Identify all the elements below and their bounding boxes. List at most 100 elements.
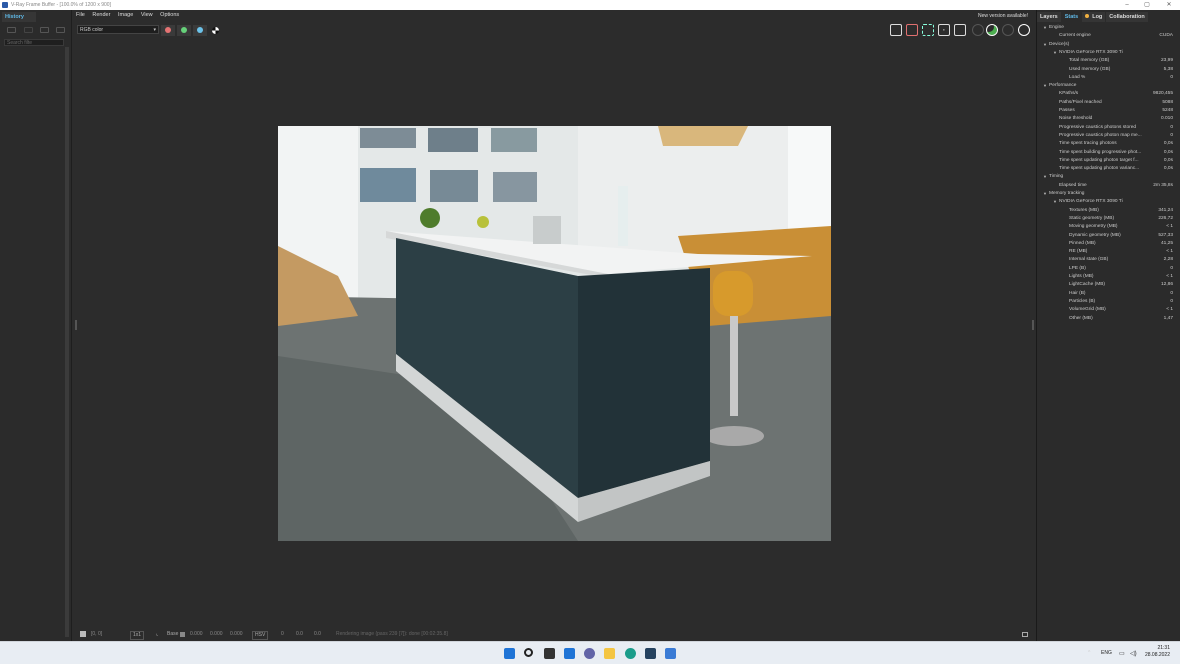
render-settings-icon[interactable] bbox=[1018, 24, 1030, 36]
history-save-icon[interactable] bbox=[7, 27, 16, 33]
expand-arrow-icon[interactable]: ▼ bbox=[1043, 24, 1047, 32]
menu-options[interactable]: Options bbox=[160, 12, 179, 18]
task-view-icon[interactable] bbox=[544, 648, 555, 659]
stop-icon[interactable] bbox=[972, 24, 984, 36]
tab-log[interactable]: Log bbox=[1082, 12, 1106, 22]
stats-row[interactable]: ▼ NVIDIA GeForce RTX 3090 Ti bbox=[1037, 49, 1177, 57]
history-load-icon[interactable] bbox=[40, 27, 49, 33]
channel-select[interactable]: RGB color ▾ bbox=[77, 25, 159, 34]
s-value: 0.0 bbox=[296, 631, 303, 637]
tab-layers[interactable]: Layers bbox=[1037, 12, 1061, 22]
stats-row[interactable]: ▼ NVIDIA GeForce RTX 3090 Ti bbox=[1037, 198, 1177, 206]
stats-label: Time spent updating photon target f... bbox=[1059, 157, 1139, 163]
history-scrollbar[interactable] bbox=[65, 47, 69, 637]
left-splitter-handle[interactable] bbox=[75, 320, 77, 330]
stats-label: Other (MB) bbox=[1069, 315, 1093, 321]
console-icon[interactable] bbox=[1022, 632, 1028, 637]
curve-icon[interactable]: ⌞ bbox=[156, 629, 158, 640]
stats-row: Load % 0 bbox=[1037, 74, 1177, 82]
render-teapot-icon[interactable] bbox=[986, 24, 998, 36]
save-icon[interactable] bbox=[890, 24, 902, 36]
network-icon[interactable]: ▭ bbox=[1119, 650, 1125, 657]
volume-icon[interactable]: ◁) bbox=[1130, 650, 1137, 657]
render-status: Rendering image (pass 239 [7]): done [00… bbox=[336, 631, 448, 637]
new-version-link[interactable]: New version available! bbox=[960, 13, 1028, 19]
expand-arrow-icon[interactable]: ▼ bbox=[1053, 49, 1057, 57]
stats-row: Time spent updating photon varianc... 0,0… bbox=[1037, 165, 1177, 173]
stats-value: 0 bbox=[1170, 74, 1173, 80]
stats-label: Noise threshold bbox=[1059, 116, 1093, 122]
stats-label: KPaths/s bbox=[1059, 91, 1079, 97]
search-icon[interactable] bbox=[524, 648, 533, 657]
menu-render[interactable]: Render bbox=[92, 12, 110, 18]
history-delete-icon[interactable] bbox=[56, 27, 65, 33]
stats-row: Elapsed time 2m 35,8s bbox=[1037, 182, 1177, 190]
r-value: 0.000 bbox=[190, 631, 203, 637]
stats-row: Time spent building progressive phot... 0… bbox=[1037, 149, 1177, 157]
stats-row[interactable]: ▼ Timing bbox=[1037, 173, 1177, 181]
language-indicator[interactable]: ENG bbox=[1101, 650, 1112, 656]
stats-label: Time spent updating photon varianc... bbox=[1059, 166, 1140, 172]
pick-icon[interactable] bbox=[80, 631, 86, 637]
stats-row: Time spent updating photon target f... 0,… bbox=[1037, 157, 1177, 165]
expand-arrow-icon[interactable]: ▼ bbox=[1043, 41, 1047, 49]
tray-chevron-icon[interactable]: ^ bbox=[1088, 650, 1090, 656]
right-splitter-handle[interactable] bbox=[1032, 320, 1034, 330]
history-search-input[interactable]: Search filte bbox=[4, 39, 64, 46]
menu-file[interactable]: File bbox=[76, 12, 85, 18]
stats-value: 0 bbox=[1170, 298, 1173, 304]
widgets-icon[interactable] bbox=[564, 648, 575, 659]
close-button[interactable]: ✕ bbox=[1162, 0, 1176, 10]
stats-label: Time spent tracing photons bbox=[1059, 141, 1117, 147]
start-icon[interactable] bbox=[504, 648, 515, 659]
menu-view[interactable]: View bbox=[141, 12, 153, 18]
stats-row[interactable]: ▼ Performance bbox=[1037, 82, 1177, 90]
tab-stats[interactable]: Stats bbox=[1061, 12, 1082, 22]
maximize-button[interactable]: ▢ bbox=[1140, 0, 1154, 10]
file-explorer-icon[interactable] bbox=[604, 648, 615, 659]
edge-icon[interactable] bbox=[625, 648, 636, 659]
stats-value: 0,0s bbox=[1163, 157, 1173, 163]
vray-taskbar-icon[interactable] bbox=[665, 648, 676, 659]
blue-channel-button[interactable] bbox=[193, 25, 207, 36]
stats-label: Total memory (GB) bbox=[1069, 58, 1110, 64]
expand-arrow-icon[interactable]: ▼ bbox=[1043, 190, 1047, 198]
clock[interactable]: 21:31 28.08.2022 bbox=[1145, 645, 1170, 659]
stats-row[interactable]: ▼ Memory tracking bbox=[1037, 190, 1177, 198]
ipr-icon[interactable] bbox=[1002, 24, 1014, 36]
green-channel-button[interactable] bbox=[177, 25, 191, 36]
stats-value: 527,33 bbox=[1158, 232, 1173, 238]
stats-row[interactable]: ▼ Engine bbox=[1037, 24, 1177, 32]
store-icon[interactable] bbox=[645, 648, 656, 659]
red-channel-button[interactable] bbox=[161, 25, 175, 36]
expand-arrow-icon[interactable]: ▼ bbox=[1043, 82, 1047, 90]
history-compare-icon[interactable] bbox=[24, 27, 33, 33]
tab-history[interactable]: History bbox=[2, 12, 36, 22]
menu-image[interactable]: Image bbox=[118, 12, 133, 18]
stats-row[interactable]: ▼ Device(s) bbox=[1037, 41, 1177, 49]
minimize-button[interactable]: – bbox=[1120, 0, 1134, 10]
clear-icon[interactable] bbox=[906, 24, 918, 36]
expand-arrow-icon[interactable]: ▼ bbox=[1053, 198, 1057, 206]
stats-row: Total memory (GB) 23,99 bbox=[1037, 57, 1177, 65]
stats-label: Current engine bbox=[1059, 33, 1091, 39]
chevron-down-icon: ▾ bbox=[153, 27, 156, 33]
mono-channel-icon[interactable] bbox=[212, 27, 219, 34]
status-bar: [0, 0] 1x1 ⌞ Base 0.000 0.000 0.000 HSV … bbox=[76, 629, 1034, 640]
chat-icon[interactable] bbox=[584, 648, 595, 659]
stats-value: 5088 bbox=[1162, 99, 1173, 105]
kitchen-render-image bbox=[278, 126, 831, 541]
tab-collaboration[interactable]: Collaboration bbox=[1106, 12, 1148, 22]
compare-icon[interactable] bbox=[954, 24, 966, 36]
region-render-icon[interactable] bbox=[922, 24, 934, 36]
expand-arrow-icon[interactable]: ▼ bbox=[1043, 173, 1047, 181]
zoom-select[interactable]: 1x1 bbox=[130, 631, 145, 640]
stats-label: Memory tracking bbox=[1049, 191, 1085, 196]
stats-label: Hair (B) bbox=[1069, 290, 1086, 296]
color-mode-select[interactable]: HSV bbox=[252, 631, 269, 640]
stats-label: Pinned (MB) bbox=[1069, 240, 1096, 246]
lens-effects-icon[interactable]: ▪ bbox=[938, 24, 950, 36]
vray-logo-icon bbox=[2, 2, 8, 8]
stats-value: < 1 bbox=[1166, 224, 1173, 230]
stats-value: 2,28 bbox=[1163, 257, 1173, 263]
